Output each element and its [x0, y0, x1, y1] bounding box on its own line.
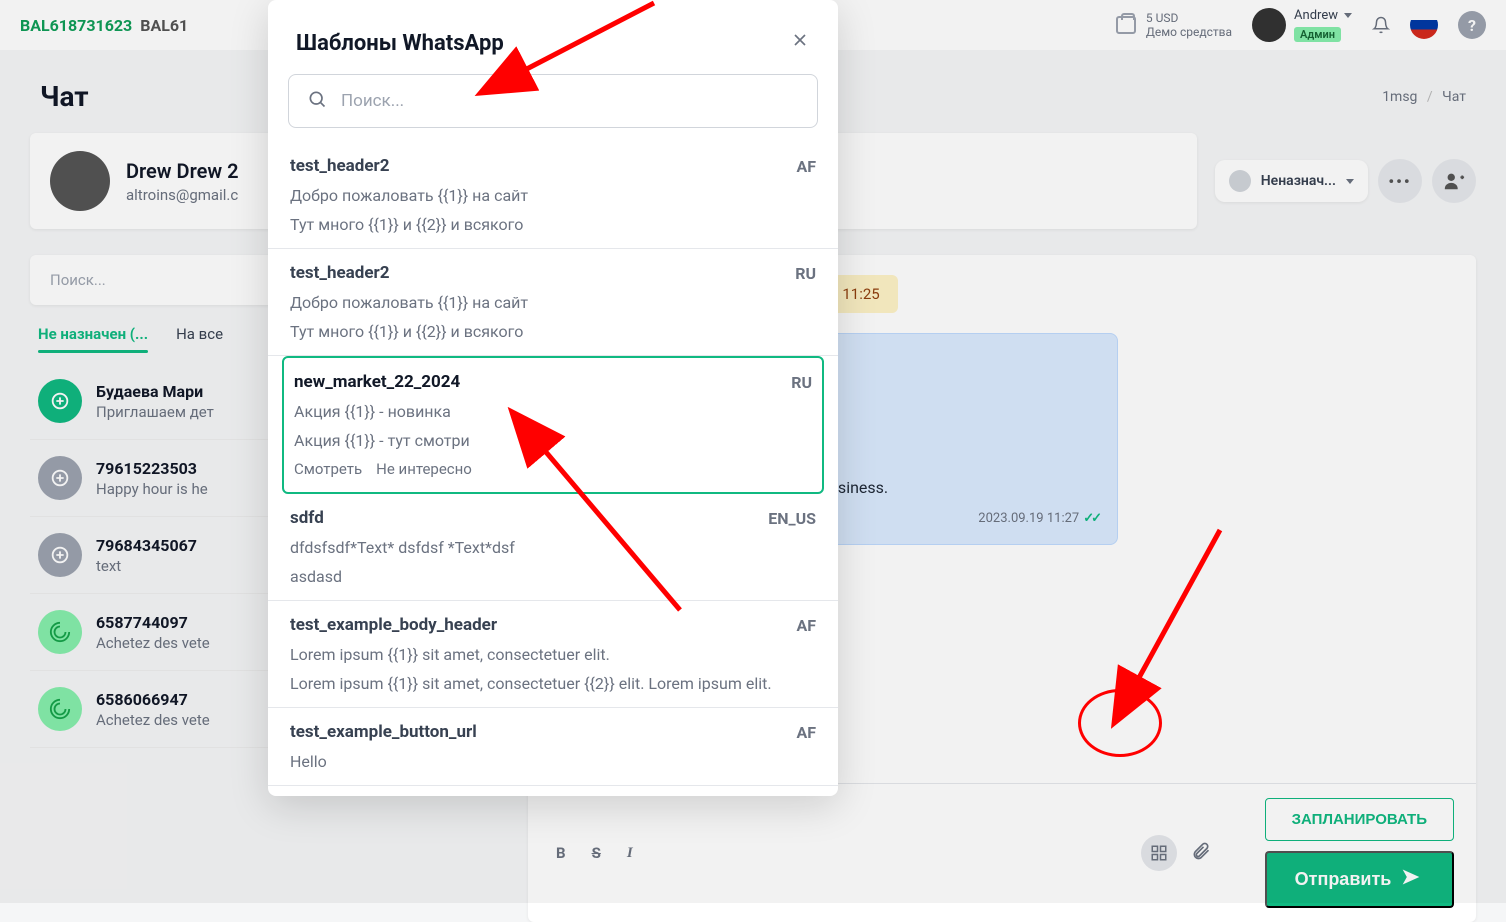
message-time: 2023.09.19 11:27: [978, 509, 1079, 530]
conv-avatar-icon: [38, 456, 82, 500]
template-line: dfdsfsdf*Text* dsfdsf *Text*dsf: [290, 538, 816, 557]
breadcrumb: 1msg / Чат: [1382, 89, 1466, 105]
breadcrumb-leaf: Чат: [1442, 89, 1466, 105]
template-lang: AF: [796, 157, 816, 176]
conv-avatar-icon: [38, 610, 82, 654]
template-item[interactable]: test_header2 AF Добро пожаловать {{1}} на …: [268, 142, 838, 249]
user-menu[interactable]: Andrew Админ: [1252, 8, 1352, 42]
template-action[interactable]: Не интересно: [376, 460, 472, 478]
highlight-circle: [1078, 689, 1162, 757]
chevron-down-icon: [1344, 13, 1352, 18]
template-line: Тут много {{1}} и {{2}} и всякого: [290, 215, 816, 234]
template-name: test_example_body_header: [290, 615, 497, 635]
templates-button[interactable]: [1141, 835, 1177, 871]
wallet-demo: Демо средства: [1146, 25, 1232, 39]
send-button[interactable]: Отправить: [1265, 851, 1454, 908]
template-name: test_example_button_url: [290, 722, 477, 742]
modal-search-placeholder: Поиск...: [341, 91, 404, 111]
template-line: Lorem ipsum {{1}} sit amet, consectetuer…: [290, 674, 816, 693]
template-lang: RU: [791, 373, 812, 392]
send-arrow-icon: [1401, 867, 1421, 892]
double-check-icon: ✓✓: [1083, 509, 1099, 530]
conv-name: Будаева Мари: [96, 382, 214, 401]
assign-dropdown[interactable]: Неназнач...: [1215, 160, 1368, 202]
flag-ru-icon[interactable]: [1410, 11, 1438, 39]
modal-search-input[interactable]: Поиск...: [288, 74, 818, 128]
italic-button[interactable]: I: [621, 841, 639, 866]
unassigned-avatar-icon: [1229, 170, 1251, 192]
conv-avatar-icon: [38, 379, 82, 423]
wallet-icon: [1116, 16, 1136, 34]
template-line: Акция {{1}} - новинка: [294, 402, 812, 421]
bell-icon[interactable]: [1372, 15, 1390, 35]
conv-name: 79615223503: [96, 459, 208, 478]
conv-preview: Happy hour is he: [96, 480, 208, 498]
close-icon[interactable]: [790, 30, 810, 56]
template-name: sdfd: [290, 508, 324, 528]
template-name: new_market_22_2024: [294, 372, 460, 392]
conv-name: 6586066947: [96, 690, 210, 709]
wallet-block[interactable]: 5 USD Демо средства: [1116, 11, 1232, 39]
avatar: [1252, 8, 1286, 42]
admin-badge: Админ: [1294, 27, 1341, 42]
template-lang: AF: [796, 723, 816, 742]
search-icon: [307, 89, 327, 113]
conv-preview: Приглашаем дет: [96, 403, 214, 421]
attach-icon[interactable]: [1191, 841, 1211, 865]
help-icon[interactable]: ?: [1458, 11, 1486, 39]
conv-preview: text: [96, 557, 197, 575]
chevron-down-icon: [1346, 179, 1354, 184]
template-line: Добро пожаловать {{1}} на сайт: [290, 293, 816, 312]
conv-avatar-icon: [38, 687, 82, 731]
template-item[interactable]: new_market_22_2024 RU Акция {{1}} - новинк…: [282, 356, 824, 494]
contact-add-button[interactable]: [1432, 159, 1476, 203]
conv-preview: Achetez des vete: [96, 711, 210, 729]
templates-modal: Шаблоны WhatsApp Поиск... test_header2 AF…: [268, 0, 838, 796]
template-line: Акция {{1}} - тут смотри: [294, 431, 812, 450]
template-line: asdasd: [290, 567, 816, 586]
tab-unassigned[interactable]: Не назначен (...: [38, 325, 148, 353]
template-name: test_header2: [290, 263, 390, 283]
balance-2[interactable]: BAL61: [140, 16, 188, 35]
more-button[interactable]: •••: [1378, 159, 1422, 203]
send-label: Отправить: [1295, 869, 1392, 890]
template-lang: AF: [796, 616, 816, 635]
template-item[interactable]: sdfd EN_US dfdsfsdf*Text* dsfdsf *Text*dsf…: [268, 494, 838, 601]
template-lang: EN_US: [768, 509, 816, 528]
template-line: Тут много {{1}} и {{2}} и всякого: [290, 322, 816, 341]
tab-all[interactable]: На все: [176, 325, 223, 353]
user-name: Andrew: [1294, 8, 1338, 23]
conv-avatar-icon: [38, 533, 82, 577]
contact-name: Drew Drew 2: [126, 159, 239, 183]
conv-name: 79684345067: [96, 536, 197, 555]
wallet-amount: 5 USD: [1146, 11, 1232, 25]
contact-email: altroins@gmail.c: [126, 186, 239, 204]
assign-label: Неназнач...: [1261, 173, 1336, 189]
balance-1[interactable]: BAL618731623: [20, 16, 132, 35]
strike-button[interactable]: S: [586, 840, 607, 866]
template-item[interactable]: test_header2 RU Добро пожаловать {{1}} на …: [268, 249, 838, 356]
page-title: Чат: [40, 80, 89, 113]
template-name: test_header2: [290, 156, 390, 176]
modal-title: Шаблоны WhatsApp: [296, 31, 504, 56]
template-lang: RU: [795, 264, 816, 283]
contact-avatar: [50, 151, 110, 211]
conv-name: 6587744097: [96, 613, 210, 632]
template-line: Lorem ipsum {{1}} sit amet, consectetuer…: [290, 645, 816, 664]
conv-preview: Achetez des vete: [96, 634, 210, 652]
schedule-button[interactable]: ЗАПЛАНИРОВАТЬ: [1265, 798, 1454, 841]
breadcrumb-root[interactable]: 1msg: [1382, 89, 1417, 105]
template-item[interactable]: test_example_button_url AF Hello: [268, 708, 838, 786]
template-item[interactable]: test_example_body_header AF Lorem ipsum {{…: [268, 601, 838, 708]
template-line: Добро пожаловать {{1}} на сайт: [290, 186, 816, 205]
template-line: Hello: [290, 752, 816, 771]
bold-button[interactable]: B: [550, 840, 572, 866]
template-action[interactable]: Смотреть: [294, 460, 362, 478]
